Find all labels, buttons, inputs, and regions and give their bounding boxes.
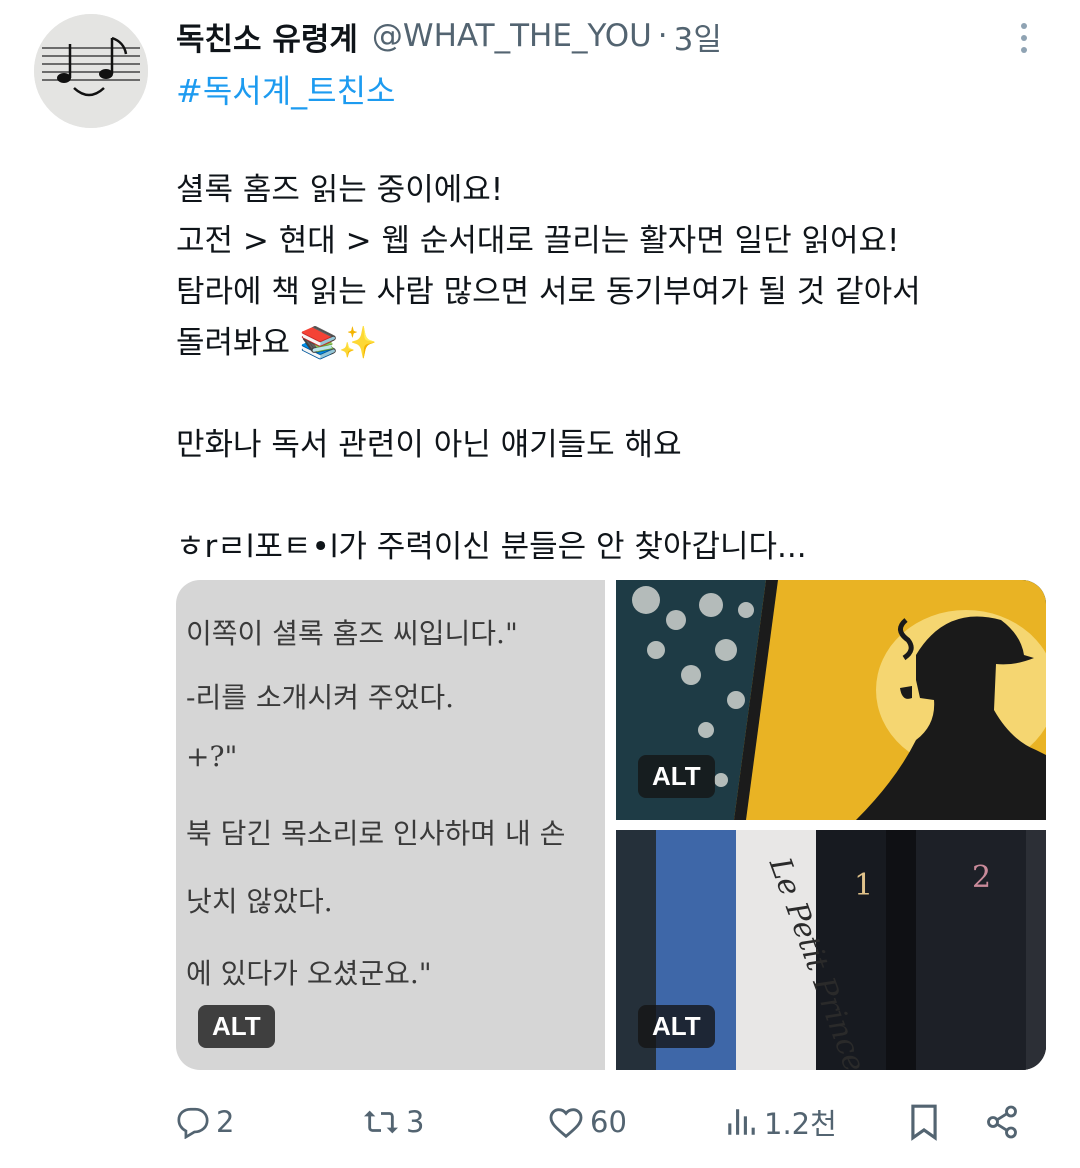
spine-title-holder: Le Petit Prince	[762, 853, 872, 1070]
hashtag-link[interactable]: #독서계_트친소	[176, 66, 395, 112]
book-page-photo[interactable]: 이쪽이 셜록 홈즈 씨입니다." -리를 소개시켜 주었다. +?" 북 담긴 …	[176, 580, 605, 1070]
retweet-icon	[364, 1110, 398, 1134]
music-note-avatar-image	[34, 14, 148, 128]
avatar[interactable]	[34, 14, 148, 128]
like-button[interactable]: 60	[548, 1096, 627, 1148]
tweet-line: ㅎrㄹl포ㅌ•l가 주력이신 분들은 안 찾아갑니다...	[176, 529, 807, 565]
page-text-line: 이쪽이 셜록 홈즈 씨입니다."	[186, 617, 518, 650]
tweet-header: 독친소 유령계 @WHAT_THE_YOU · 3일	[176, 14, 1020, 58]
more-options-icon[interactable]	[1006, 18, 1042, 58]
page-text-line: +?"	[186, 740, 238, 773]
page-text-line: -리를 소개시켜 주었다.	[186, 681, 455, 714]
reply-button[interactable]: 2	[176, 1096, 234, 1148]
tweet-line: 돌려봐요 📚✨	[176, 325, 378, 361]
like-count: 60	[590, 1105, 627, 1139]
share-button[interactable]	[984, 1096, 1020, 1148]
tweet-action-bar: 2 3 60 1.2천	[176, 1096, 1046, 1148]
reply-count: 2	[216, 1105, 235, 1139]
tweet-line: 고전 > 현대 > 웹 순서대로 끌리는 활자면 일단 읽어요!	[176, 223, 900, 259]
separator-dot: ·	[657, 18, 668, 54]
book-spines-photo[interactable]: Le Petit Prince 1 2 ALT	[616, 830, 1046, 1070]
view-count: 1.2천	[764, 1107, 837, 1141]
author-display-name[interactable]: 독친소 유령계	[176, 14, 358, 59]
share-icon	[987, 1105, 1017, 1139]
bookmark-icon	[911, 1104, 937, 1141]
retweet-button[interactable]: 3	[362, 1096, 424, 1148]
volume-number: 2	[972, 860, 992, 895]
bookmark-button[interactable]	[908, 1096, 940, 1148]
tweet-text: 셜록 홈즈 읽는 중이에요! 고전 > 현대 > 웹 순서대로 끌리는 활자면 …	[176, 165, 1036, 573]
alt-badge[interactable]: ALT	[638, 1005, 715, 1048]
page-text-line: 낫치 않았다.	[186, 885, 333, 918]
reply-icon	[177, 1107, 209, 1139]
retweet-count: 3	[406, 1105, 425, 1139]
tweet-line: 셜록 홈즈 읽는 중이에요!	[176, 172, 504, 208]
post-time[interactable]: 3일	[674, 14, 722, 59]
alt-badge[interactable]: ALT	[198, 1005, 275, 1048]
author-handle[interactable]: @WHAT_THE_YOU	[372, 18, 652, 54]
views-button[interactable]: 1.2천	[724, 1096, 837, 1148]
tweet-line: 탐라에 책 읽는 사람 많으면 서로 동기부여가 될 것 같아서	[176, 274, 921, 310]
page-text-line: 북 담긴 목소리로 인사하며 내 손	[186, 817, 566, 850]
sherlock-book-cover-photo[interactable]: ALT	[616, 580, 1046, 820]
page-text-line: 에 있다가 오셨군요."	[186, 957, 432, 990]
tweet-line: 만화나 독서 관련이 아닌 얘기들도 해요	[176, 427, 682, 463]
volume-number: 1	[854, 868, 874, 903]
alt-badge[interactable]: ALT	[638, 755, 715, 798]
heart-icon	[549, 1108, 583, 1139]
media-grid: 이쪽이 셜록 홈즈 씨입니다." -리를 소개시켜 주었다. +?" 북 담긴 …	[176, 580, 1046, 1070]
bar-chart-icon	[728, 1109, 755, 1135]
